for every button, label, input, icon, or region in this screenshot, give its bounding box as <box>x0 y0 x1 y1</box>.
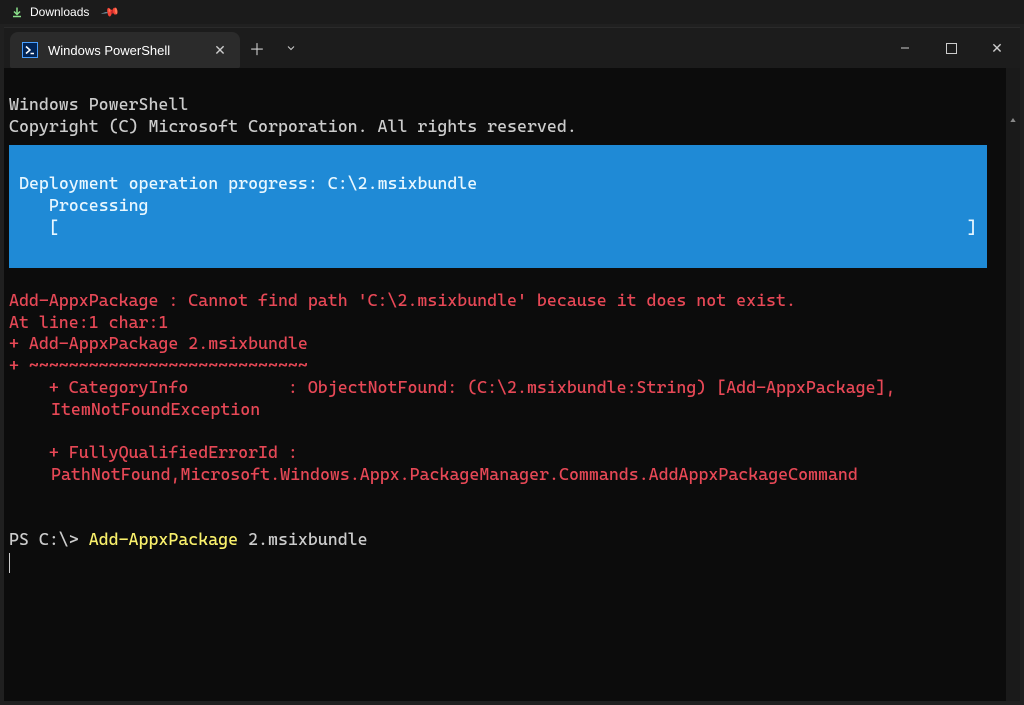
progress-bar: [] <box>19 217 977 239</box>
output-line: Copyright (C) Microsoft Corporation. All… <box>9 116 577 136</box>
maximize-icon <box>946 43 957 54</box>
window-controls: ✕ <box>882 28 1020 68</box>
error-line: Add-AppxPackage : Cannot find path 'C:\2… <box>9 290 796 310</box>
prompt-prefix: PS C:\> <box>9 529 89 549</box>
tab-dropdown-button[interactable] <box>274 28 308 68</box>
close-button[interactable]: ✕ <box>974 28 1020 68</box>
scroll-up-icon[interactable] <box>1006 112 1020 128</box>
scrollbar[interactable] <box>1006 68 1020 701</box>
maximize-button[interactable] <box>928 28 974 68</box>
pin-icon[interactable]: 📌 <box>101 2 121 22</box>
tab-powershell[interactable]: Windows PowerShell ✕ <box>10 32 240 68</box>
tab-strip: Windows PowerShell ✕ ＋ <box>4 28 308 68</box>
progress-title: Deployment operation progress: C:\2.msix… <box>19 173 477 193</box>
powershell-icon <box>22 42 38 58</box>
output-line: Windows PowerShell <box>9 94 188 114</box>
error-id: + FullyQualifiedErrorId : PathNotFound,M… <box>9 442 987 486</box>
progress-block: Deployment operation progress: C:\2.msix… <box>9 145 987 268</box>
command-arg: 2.msixbundle <box>238 529 368 549</box>
error-category: + CategoryInfo : ObjectNotFound: (C:\2.m… <box>9 377 987 421</box>
download-icon <box>10 5 24 19</box>
explorer-taskbar: Downloads 📌 <box>0 0 1024 24</box>
error-line: At line:1 char:1 <box>9 312 168 332</box>
minimize-button[interactable] <box>882 28 928 68</box>
explorer-tab-label[interactable]: Downloads <box>30 5 89 19</box>
tab-close-button[interactable]: ✕ <box>210 40 230 60</box>
tab-title: Windows PowerShell <box>48 43 170 58</box>
command-name: Add-AppxPackage <box>89 529 238 549</box>
progress-status: Processing <box>19 195 149 215</box>
terminal-body[interactable]: Windows PowerShell Copyright (C) Microso… <box>4 68 1020 701</box>
text-cursor <box>9 553 10 573</box>
prompt-line: PS C:\> Add-AppxPackage 2.msixbundle <box>9 529 368 549</box>
error-line: + ~~~~~~~~~~~~~~~~~~~~~~~~~~~~ <box>9 355 308 375</box>
titlebar: Windows PowerShell ✕ ＋ ✕ <box>4 28 1020 68</box>
new-tab-button[interactable]: ＋ <box>240 28 274 68</box>
terminal-window: Windows PowerShell ✕ ＋ ✕ Windows PowerSh… <box>4 27 1020 701</box>
error-line: + Add-AppxPackage 2.msixbundle <box>9 333 308 353</box>
